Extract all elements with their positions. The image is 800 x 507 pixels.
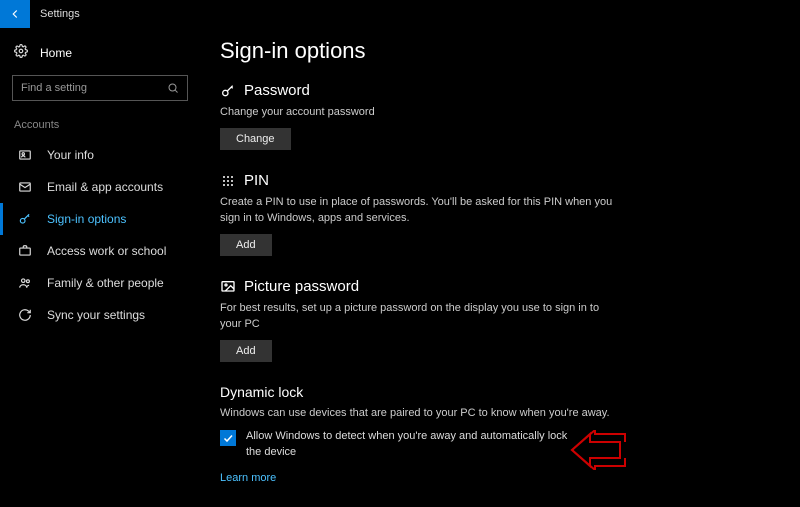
keypad-icon	[220, 173, 236, 189]
change-password-button[interactable]: Change	[220, 128, 291, 150]
back-arrow-icon	[8, 7, 22, 21]
nav-access-work[interactable]: Access work or school	[0, 235, 200, 267]
section-heading: Picture password	[244, 278, 359, 295]
add-picture-password-button[interactable]: Add	[220, 340, 272, 362]
nav-label: Family & other people	[47, 276, 164, 290]
nav-label: Sync your settings	[47, 308, 145, 322]
person-card-icon	[17, 147, 33, 163]
learn-more-link[interactable]: Learn more	[220, 472, 276, 484]
page-title: Sign-in options	[220, 38, 770, 64]
nav-your-info[interactable]: Your info	[0, 139, 200, 171]
picture-icon	[220, 279, 236, 295]
add-pin-button[interactable]: Add	[220, 234, 272, 256]
nav-label: Email & app accounts	[47, 180, 163, 194]
search-box[interactable]	[12, 75, 188, 101]
section-desc: Create a PIN to use in place of password…	[220, 195, 620, 226]
nav-label: Access work or school	[47, 244, 166, 258]
section-desc: Windows can use devices that are paired …	[220, 406, 620, 421]
nav-group-header: Accounts	[0, 115, 200, 139]
sidebar: Home Accounts Your info Email & app acco…	[0, 28, 200, 507]
password-section: Password Change your account password Ch…	[220, 82, 620, 150]
section-heading: Dynamic lock	[220, 384, 620, 400]
back-button[interactable]	[0, 0, 30, 28]
briefcase-icon	[17, 243, 33, 259]
pin-section: PIN Create a PIN to use in place of pass…	[220, 172, 620, 256]
titlebar: Settings	[0, 0, 800, 28]
main-pane: Sign-in options Password Change your acc…	[200, 28, 800, 507]
dynamic-lock-checkbox[interactable]: Allow Windows to detect when you're away…	[220, 429, 580, 460]
key-icon	[220, 83, 236, 99]
people-icon	[17, 275, 33, 291]
search-icon	[167, 82, 179, 94]
key-icon	[17, 211, 33, 227]
home-nav[interactable]: Home	[0, 38, 200, 67]
checkbox-checked-icon	[220, 430, 236, 446]
picture-password-section: Picture password For best results, set u…	[220, 278, 620, 362]
section-heading: Password	[244, 82, 310, 99]
dynamic-lock-section: Dynamic lock Windows can use devices tha…	[220, 384, 620, 484]
nav-label: Your info	[47, 148, 94, 162]
home-label: Home	[40, 46, 72, 60]
section-desc: For best results, set up a picture passw…	[220, 301, 620, 332]
sync-icon	[17, 307, 33, 323]
nav-label: Sign-in options	[47, 212, 126, 226]
nav-sync-settings[interactable]: Sync your settings	[0, 299, 200, 331]
nav-sign-in-options[interactable]: Sign-in options	[0, 203, 200, 235]
section-desc: Change your account password	[220, 105, 620, 120]
gear-icon	[14, 44, 28, 61]
search-input[interactable]	[21, 82, 161, 94]
window-title: Settings	[30, 8, 80, 20]
nav-family-people[interactable]: Family & other people	[0, 267, 200, 299]
section-heading: PIN	[244, 172, 269, 189]
nav-email-accounts[interactable]: Email & app accounts	[0, 171, 200, 203]
checkbox-label: Allow Windows to detect when you're away…	[246, 429, 580, 460]
mail-icon	[17, 179, 33, 195]
